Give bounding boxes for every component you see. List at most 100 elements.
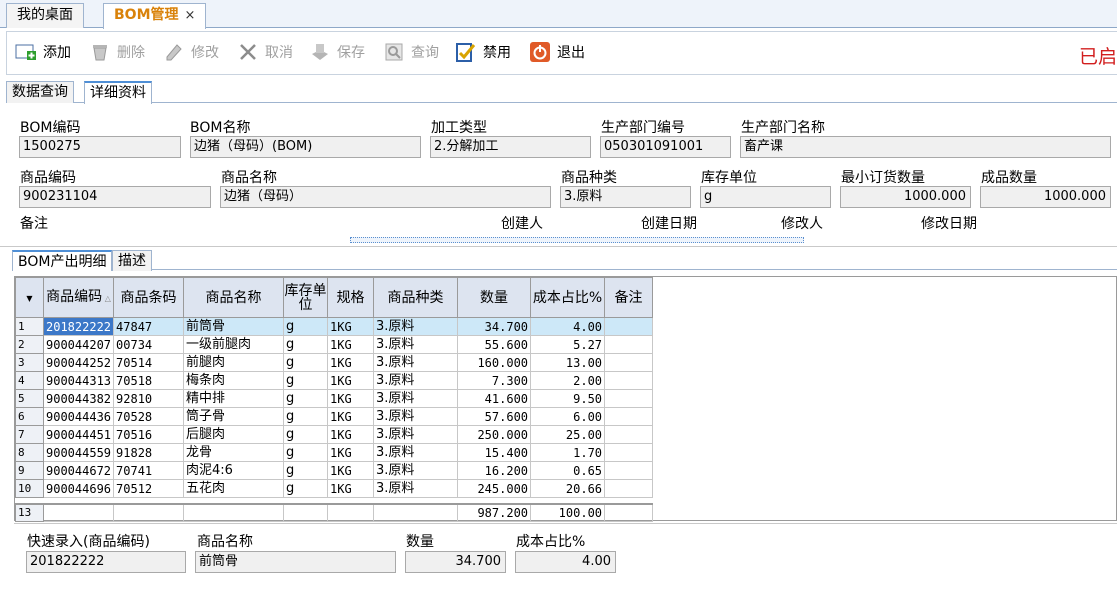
row-number[interactable]: 7 xyxy=(15,425,44,444)
table-cell-spec[interactable]: 1KG xyxy=(327,335,375,354)
table-cell-remark[interactable] xyxy=(604,353,654,372)
save-button[interactable]: 保存 xyxy=(309,39,365,65)
quick-name-field[interactable]: 前筒骨 xyxy=(195,551,396,573)
column-header[interactable]: 规格 xyxy=(327,277,375,318)
product-qty-field[interactable]: 1000.000 xyxy=(980,186,1111,208)
table-cell-qty[interactable]: 57.600 xyxy=(457,407,532,426)
dept-code-field[interactable]: 050301091001 xyxy=(600,136,731,158)
table-cell-unit[interactable]: g xyxy=(283,353,329,372)
table-cell-name[interactable]: 龙骨 xyxy=(183,443,285,462)
table-cell-name[interactable]: 精中排 xyxy=(183,389,285,408)
item-category-field[interactable]: 3.原料 xyxy=(560,186,691,208)
row-number[interactable]: 4 xyxy=(15,371,44,390)
bom-code-field[interactable]: 1500275 xyxy=(19,136,181,158)
table-cell-code[interactable]: 900044696 xyxy=(42,479,115,498)
table-row[interactable]: 5 900044382 92810 精中排 g 1KG 3.原料 41.600 9.50 xyxy=(15,389,654,408)
table-cell-remark[interactable] xyxy=(604,461,654,480)
table-cell-remark[interactable] xyxy=(604,407,654,426)
tab-data-query[interactable]: 数据查询 xyxy=(6,81,74,103)
quick-ratio-input[interactable]: 4.00 xyxy=(515,551,616,573)
table-cell-ratio[interactable]: 0.65 xyxy=(530,461,606,480)
row-number[interactable]: 5 xyxy=(15,389,44,408)
table-cell-code[interactable]: 900044382 xyxy=(42,389,115,408)
table-cell-remark[interactable] xyxy=(604,335,654,354)
table-cell-unit[interactable]: g xyxy=(283,443,329,462)
table-cell-ratio[interactable]: 25.00 xyxy=(530,425,606,444)
splitter-handle[interactable] xyxy=(350,237,804,243)
column-header[interactable]: 成本占比% xyxy=(530,277,606,318)
table-row[interactable]: 10 900044696 70512 五花肉 g 1KG 3.原料 245.000 20.66 xyxy=(15,479,654,498)
item-code-field[interactable]: 900231104 xyxy=(19,186,211,208)
table-cell-cat[interactable]: 3.原料 xyxy=(373,389,459,408)
row-selector-header[interactable]: ▼ xyxy=(15,277,44,318)
table-cell-spec[interactable]: 1KG xyxy=(327,425,375,444)
edit-button[interactable]: 修改 xyxy=(163,39,219,65)
table-cell-barcode[interactable]: 70516 xyxy=(113,425,185,444)
stock-unit-field[interactable]: g xyxy=(700,186,831,208)
table-cell-barcode[interactable]: 70514 xyxy=(113,353,185,372)
table-cell-ratio[interactable]: 6.00 xyxy=(530,407,606,426)
table-row[interactable]: 4 900044313 70518 梅条肉 g 1KG 3.原料 7.300 2.00 xyxy=(15,371,654,390)
table-row[interactable]: 2 900044207 00734 一级前腿肉 g 1KG 3.原料 55.600 5.27 xyxy=(15,335,654,354)
table-cell-name[interactable]: 前筒骨 xyxy=(183,317,285,336)
table-cell-spec[interactable]: 1KG xyxy=(327,353,375,372)
table-cell-cat[interactable]: 3.原料 xyxy=(373,443,459,462)
exit-button[interactable]: 退出 xyxy=(529,39,585,65)
table-cell-name[interactable]: 后腿肉 xyxy=(183,425,285,444)
table-cell-name[interactable]: 筒子骨 xyxy=(183,407,285,426)
table-cell-qty[interactable]: 55.600 xyxy=(457,335,532,354)
column-header[interactable]: 库存单位 xyxy=(283,277,329,318)
column-header[interactable]: 数量 xyxy=(457,277,532,318)
table-cell-spec[interactable]: 1KG xyxy=(327,443,375,462)
query-button[interactable]: 查询 xyxy=(383,39,439,65)
delete-button[interactable]: 删除 xyxy=(89,39,145,65)
table-cell-code[interactable]: 900044672 xyxy=(42,461,115,480)
item-name-field[interactable]: 边猪（母码） xyxy=(220,186,551,208)
table-cell-barcode[interactable]: 47847 xyxy=(113,317,185,336)
column-header[interactable]: 商品种类 xyxy=(373,277,459,318)
table-cell-qty[interactable]: 7.300 xyxy=(457,371,532,390)
table-cell-spec[interactable]: 1KG xyxy=(327,461,375,480)
table-cell-qty[interactable]: 16.200 xyxy=(457,461,532,480)
column-header[interactable]: 商品编码 △ xyxy=(42,277,115,318)
column-header[interactable]: 备注 xyxy=(604,277,654,318)
table-cell-spec[interactable]: 1KG xyxy=(327,479,375,498)
table-cell-remark[interactable] xyxy=(604,443,654,462)
row-number[interactable]: 6 xyxy=(15,407,44,426)
table-cell-barcode[interactable]: 70528 xyxy=(113,407,185,426)
table-cell-unit[interactable]: g xyxy=(283,389,329,408)
table-cell-unit[interactable]: g xyxy=(283,371,329,390)
table-cell-cat[interactable]: 3.原料 xyxy=(373,461,459,480)
table-cell-spec[interactable]: 1KG xyxy=(327,371,375,390)
process-type-field[interactable]: 2.分解加工 xyxy=(430,136,591,158)
quick-qty-input[interactable]: 34.700 xyxy=(405,551,506,573)
table-cell-qty[interactable]: 250.000 xyxy=(457,425,532,444)
table-cell-ratio[interactable]: 2.00 xyxy=(530,371,606,390)
quick-code-input[interactable]: 201822222 xyxy=(26,551,186,573)
table-row[interactable]: 1 201822222 47847 前筒骨 g 1KG 3.原料 34.700 4.00 xyxy=(15,317,654,336)
table-cell-barcode[interactable]: 91828 xyxy=(113,443,185,462)
table-cell-code[interactable]: 900044451 xyxy=(42,425,115,444)
tab-my-desktop[interactable]: 我的桌面 xyxy=(6,3,84,28)
table-cell-spec[interactable]: 1KG xyxy=(327,317,375,336)
table-cell-unit[interactable]: g xyxy=(283,335,329,354)
disable-button[interactable]: 禁用 xyxy=(455,39,511,65)
table-cell-ratio[interactable]: 4.00 xyxy=(530,317,606,336)
tab-detail[interactable]: 详细资料 xyxy=(84,81,152,104)
table-row[interactable]: 6 900044436 70528 筒子骨 g 1KG 3.原料 57.600 6.00 xyxy=(15,407,654,426)
close-icon[interactable]: × xyxy=(185,8,196,23)
table-cell-ratio[interactable]: 1.70 xyxy=(530,443,606,462)
table-cell-cat[interactable]: 3.原料 xyxy=(373,371,459,390)
table-cell-remark[interactable] xyxy=(604,479,654,498)
row-number[interactable]: 10 xyxy=(15,479,44,498)
table-cell-spec[interactable]: 1KG xyxy=(327,407,375,426)
add-button[interactable]: 添加 xyxy=(15,39,71,65)
dept-name-field[interactable]: 畜产课 xyxy=(740,136,1111,158)
row-number[interactable]: 8 xyxy=(15,443,44,462)
table-row[interactable]: 7 900044451 70516 后腿肉 g 1KG 3.原料 250.000 25.00 xyxy=(15,425,654,444)
table-cell-ratio[interactable]: 5.27 xyxy=(530,335,606,354)
table-cell-remark[interactable] xyxy=(604,371,654,390)
table-cell-barcode[interactable]: 70512 xyxy=(113,479,185,498)
table-cell-barcode[interactable]: 00734 xyxy=(113,335,185,354)
table-cell-name[interactable]: 肉泥4:6 xyxy=(183,461,285,480)
